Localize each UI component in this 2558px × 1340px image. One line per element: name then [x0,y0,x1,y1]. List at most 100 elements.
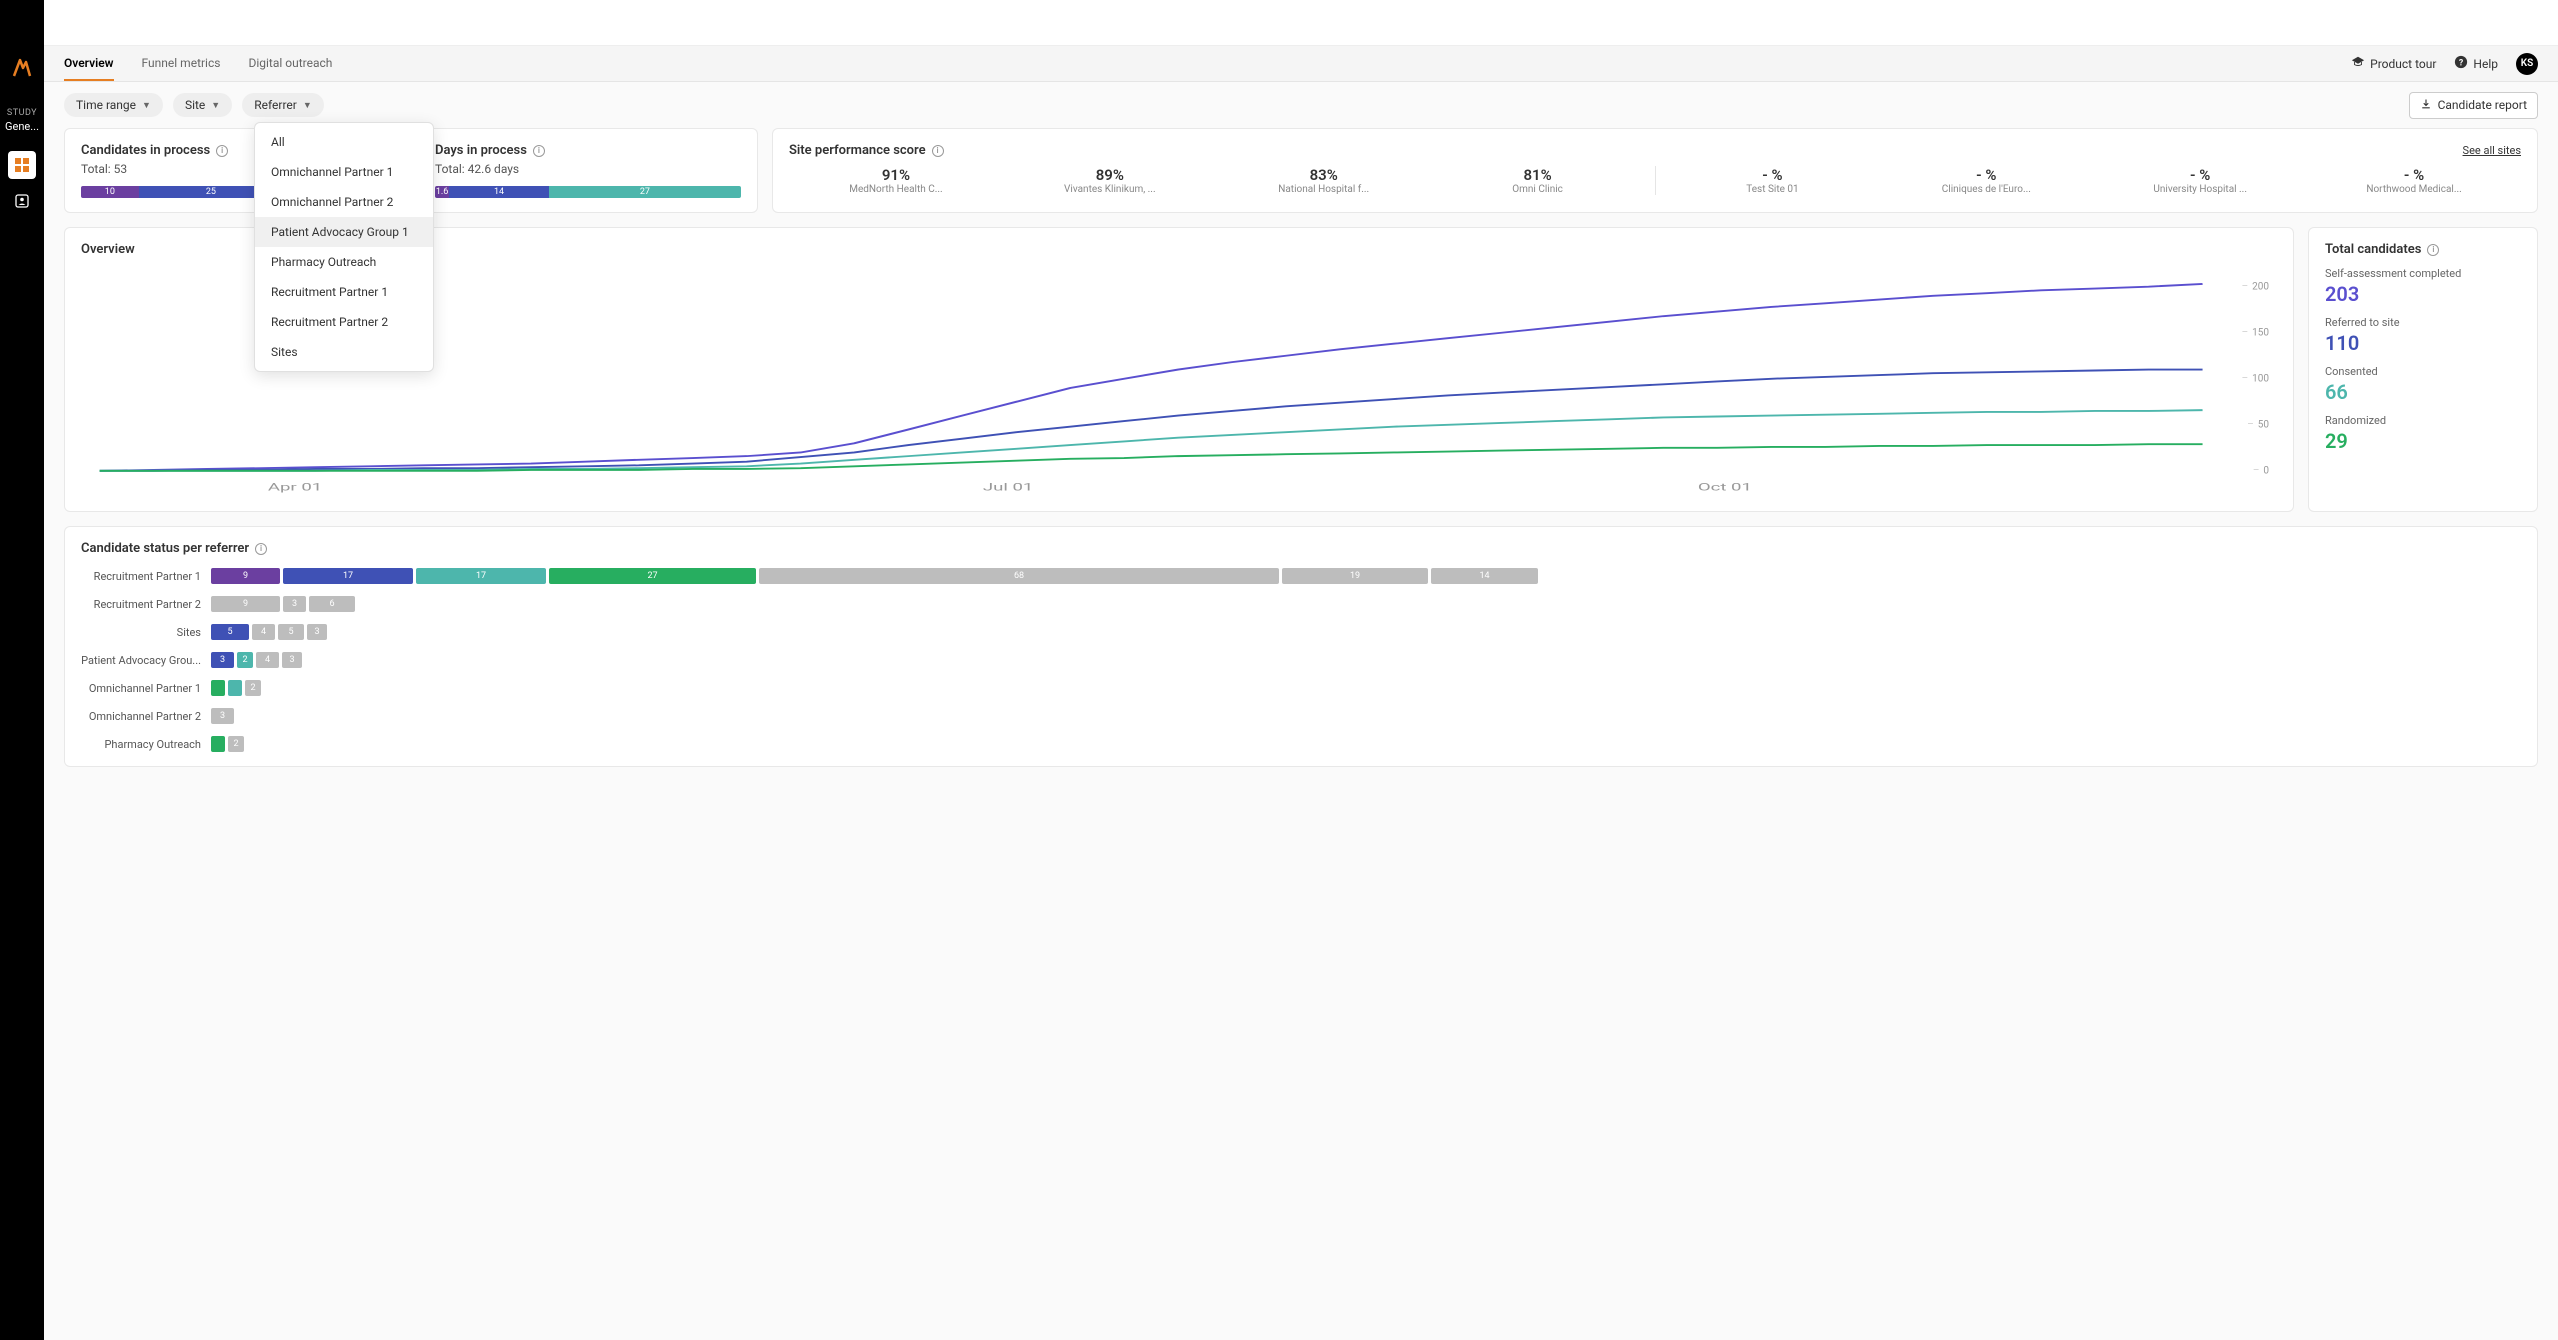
status-segment: 3 [282,652,302,668]
status-segment: 3 [211,652,234,668]
site-score-label: Northwood Medical... [2307,184,2521,195]
info-icon[interactable]: i [932,145,944,157]
filter-time-range[interactable]: Time range▼ [64,93,163,117]
dropdown-item[interactable]: Sites [255,337,433,367]
site-score-item: 81%Omni Clinic [1431,166,1645,195]
status-segment: 14 [1431,568,1538,584]
status-row-label: Omnichannel Partner 1 [81,682,211,695]
chart-y-tick: – 0 [2253,465,2269,476]
site-score-label: Test Site 01 [1666,184,1880,195]
info-icon[interactable]: i [255,543,267,555]
status-segment: 17 [416,568,546,584]
status-segment: 4 [256,652,279,668]
status-segment: 17 [283,568,413,584]
chart-series-line [100,370,2203,471]
product-tour-link[interactable]: Product tour [2351,55,2436,72]
card-total-candidates: Total candidatesi Self-assessment comple… [2308,227,2538,512]
site-score-item: - %University Hospital ... [2093,166,2307,195]
site-score-value: - % [2093,166,2307,184]
site-score-value: 81% [1431,166,1645,184]
tab-bar: Overview Funnel metrics Digital outreach P… [44,46,2558,82]
filter-site[interactable]: Site▼ [173,93,232,117]
card-site-performance: Site performance scorei See all sites 91… [772,128,2538,213]
status-row-label: Recruitment Partner 2 [81,598,211,611]
card-title: Total candidates [2325,242,2421,257]
dropdown-item[interactable]: Omnichannel Partner 2 [255,187,433,217]
info-icon[interactable]: i [216,145,228,157]
dropdown-item[interactable]: All [255,127,433,157]
site-score-item: 91%MedNorth Health C... [789,166,1003,195]
status-row: Recruitment Partner 2936 [81,596,2521,612]
top-blank-bar [44,0,2558,46]
status-segment: 9 [211,596,280,612]
dropdown-item[interactable]: Recruitment Partner 1 [255,277,433,307]
status-segment: 3 [211,708,234,724]
dropdown-item[interactable]: Pharmacy Outreach [255,247,433,277]
chevron-down-icon: ▼ [211,100,220,111]
chevron-down-icon: ▼ [303,100,312,111]
status-segment: 6 [309,596,355,612]
tc-label: Consented [2325,365,2521,378]
site-score-value: - % [1879,166,2093,184]
site-score-item: - %Northwood Medical... [2307,166,2521,195]
status-segment: 9 [211,568,280,584]
chart-y-tick: – 200 [2242,281,2269,292]
bar-segment: 27 [549,186,741,198]
status-segment [211,680,225,696]
status-row-label: Sites [81,626,211,639]
chart-y-tick: – 50 [2247,419,2269,430]
status-segment: 68 [759,568,1279,584]
tab-funnel-metrics[interactable]: Funnel metrics [142,46,221,81]
days-bar: 1.61427 [435,186,741,198]
dropdown-item[interactable]: Omnichannel Partner 1 [255,157,433,187]
see-all-sites-link[interactable]: See all sites [2463,144,2521,157]
info-icon[interactable]: i [533,145,545,157]
total-candidate-item: Randomized29 [2325,414,2521,453]
status-bar: 9171727681914 [211,568,2521,584]
graduation-cap-icon [2351,55,2365,72]
dropdown-item[interactable]: Recruitment Partner 2 [255,307,433,337]
filter-referrer[interactable]: Referrer▼ [242,93,324,117]
info-icon[interactable]: i [2427,244,2439,256]
referrer-dropdown: AllOmnichannel Partner 1Omnichannel Part… [254,122,434,372]
status-row: Recruitment Partner 19171727681914 [81,568,2521,584]
status-segment [228,680,242,696]
status-segment: 5 [211,624,249,640]
status-segment [211,736,225,752]
status-bar: 5453 [211,624,2521,640]
site-score-value: 83% [1217,166,1431,184]
status-bar: 936 [211,596,2521,612]
status-bar: 3 [211,708,2521,724]
product-tour-label: Product tour [2370,57,2436,71]
site-score-label: Omni Clinic [1431,184,1645,195]
site-score-value: 91% [789,166,1003,184]
chart-x-tick: Jul 01 [983,481,1034,493]
help-icon: ? [2454,55,2468,72]
tab-digital-outreach[interactable]: Digital outreach [248,46,332,81]
status-row: Omnichannel Partner 1 2 [81,680,2521,696]
nav-dashboard-icon[interactable] [8,151,36,179]
help-link[interactable]: ? Help [2454,55,2498,72]
site-score-item: 89%Vivantes Klinikum, ... [1003,166,1217,195]
nav-person-icon[interactable] [8,187,36,215]
tc-label: Randomized [2325,414,2521,427]
status-row: Patient Advocacy Grou...3243 [81,652,2521,668]
tc-value: 203 [2325,282,2521,306]
site-score-label: National Hospital f... [1217,184,1431,195]
svg-text:?: ? [2459,59,2464,69]
status-segment: 3 [307,624,327,640]
site-score-item: - %Test Site 01 [1666,166,1880,195]
study-heading: STUDY [7,108,37,118]
site-score-label: Vivantes Klinikum, ... [1003,184,1217,195]
dropdown-item[interactable]: Patient Advocacy Group 1 [255,217,433,247]
status-row: Sites5453 [81,624,2521,640]
card-title: Candidate status per referrer [81,541,249,556]
status-row: Omnichannel Partner 23 [81,708,2521,724]
help-label: Help [2473,57,2498,71]
status-row-label: Pharmacy Outreach [81,738,211,751]
site-score-label: Cliniques de l'Euro... [1879,184,2093,195]
candidate-report-button[interactable]: Candidate report [2409,92,2538,119]
tab-overview[interactable]: Overview [64,46,114,81]
status-segment: 2 [245,680,261,696]
user-avatar[interactable]: KS [2516,53,2538,75]
